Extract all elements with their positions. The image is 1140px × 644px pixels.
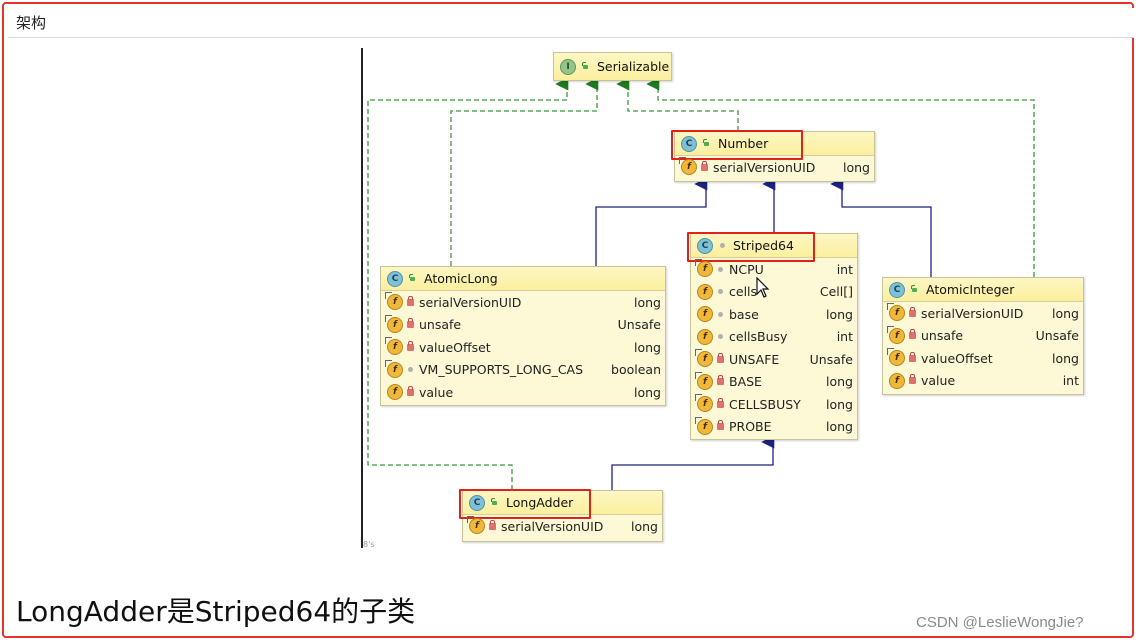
edge-longadder-striped64 xyxy=(611,435,775,490)
static-field-icon: f xyxy=(695,259,713,278)
public-icon xyxy=(703,138,711,148)
private-lock-icon xyxy=(717,375,724,386)
private-lock-icon xyxy=(717,352,724,363)
field-row: f unsafe Unsafe xyxy=(381,314,665,337)
field-icon: f xyxy=(697,328,713,345)
field-icon: f xyxy=(889,372,905,389)
static-field-icon: f xyxy=(385,292,403,311)
private-lock-icon xyxy=(717,420,724,431)
field-row: f valueOffset long xyxy=(381,336,665,359)
field-row: f UNSAFE Unsafe xyxy=(691,348,857,371)
field-row: f value long xyxy=(381,381,665,404)
edge-atomiclong-serializable xyxy=(450,77,599,266)
static-field-icon: f xyxy=(695,349,713,368)
package-private-icon xyxy=(408,367,413,373)
static-field-icon: f xyxy=(695,371,713,390)
private-lock-icon xyxy=(407,295,414,306)
class-name: AtomicLong xyxy=(424,271,498,286)
private-lock-icon xyxy=(909,374,916,385)
private-lock-icon xyxy=(407,340,414,351)
field-row: f serialVersionUID long xyxy=(381,291,665,314)
class-name: AtomicInteger xyxy=(926,282,1015,297)
watermark-text: CSDN @LeslieWongJie? xyxy=(916,614,1084,631)
class-icon: C xyxy=(697,237,713,254)
class-atomicinteger[interactable]: C AtomicInteger f serialVersionUID long … xyxy=(882,277,1084,395)
class-icon: C xyxy=(681,135,697,152)
field-row: f VM_SUPPORTS_LONG_CAS boolean xyxy=(381,359,665,382)
class-longadder[interactable]: C LongAdder f serialVersionUID long xyxy=(459,489,663,542)
static-field-icon: f xyxy=(887,325,905,344)
class-icon: C xyxy=(387,270,403,287)
private-lock-icon xyxy=(701,160,708,171)
field-row: f value int xyxy=(883,370,1083,393)
field-row: f PROBE long xyxy=(691,416,857,439)
public-icon xyxy=(582,61,590,71)
field-icon: f xyxy=(697,283,713,300)
interface-icon: I xyxy=(560,58,576,75)
static-field-icon: f xyxy=(887,303,905,322)
field-icon: f xyxy=(697,306,713,323)
field-row: f serialVersionUID long xyxy=(463,515,662,538)
class-striped64[interactable]: C Striped64 f NCPU int f cells Cell[] f … xyxy=(687,232,858,440)
mouse-pointer-icon xyxy=(756,277,770,298)
class-name: LongAdder xyxy=(506,495,574,510)
static-field-icon: f xyxy=(385,337,403,356)
field-row: f NCPU int xyxy=(691,258,857,281)
private-lock-icon xyxy=(909,329,916,340)
class-name: Striped64 xyxy=(733,238,794,253)
field-row: f unsafe Unsafe xyxy=(883,325,1083,348)
class-name: Serializable xyxy=(597,59,670,74)
field-row: f cells Cell[] xyxy=(691,281,857,304)
package-private-icon xyxy=(718,289,723,295)
class-icon: C xyxy=(889,281,905,298)
field-row: f base long xyxy=(691,303,857,326)
private-lock-icon xyxy=(407,318,414,329)
field-row: f serialVersionUID long xyxy=(675,156,874,179)
class-name: Number xyxy=(718,136,769,151)
field-row: f BASE long xyxy=(691,371,857,394)
static-field-icon: f xyxy=(695,416,713,435)
package-private-icon xyxy=(718,311,723,317)
field-row: f cellsBusy int xyxy=(691,326,857,349)
class-icon: C xyxy=(469,494,485,511)
public-icon xyxy=(911,284,919,294)
private-lock-icon xyxy=(909,351,916,362)
field-row: f CELLSBUSY long xyxy=(691,393,857,416)
static-field-icon: f xyxy=(887,348,905,367)
static-field-icon: f xyxy=(385,314,403,333)
class-number[interactable]: C Number f serialVersionUID long xyxy=(671,130,875,182)
package-private-icon xyxy=(720,243,725,248)
static-field-icon: f xyxy=(695,394,713,413)
class-serializable[interactable]: I Serializable xyxy=(553,52,672,81)
private-lock-icon xyxy=(717,397,724,408)
field-row: f valueOffset long xyxy=(883,347,1083,370)
class-atomiclong[interactable]: C AtomicLong f serialVersionUID long f u… xyxy=(380,266,666,406)
private-lock-icon xyxy=(407,385,414,396)
field-row: f serialVersionUID long xyxy=(883,302,1083,325)
static-field-icon: f xyxy=(385,359,403,378)
public-icon xyxy=(409,273,417,283)
edge-number-serializable xyxy=(616,77,739,131)
private-lock-icon xyxy=(489,519,496,530)
field-icon: f xyxy=(387,384,403,401)
caption-text: LongAdder是Striped64的子类 xyxy=(16,595,416,628)
public-icon xyxy=(491,497,499,507)
package-private-icon xyxy=(718,334,723,340)
static-field-icon: f xyxy=(679,157,697,176)
private-lock-icon xyxy=(909,306,916,317)
package-private-icon xyxy=(718,266,723,272)
static-field-icon: f xyxy=(467,516,485,535)
